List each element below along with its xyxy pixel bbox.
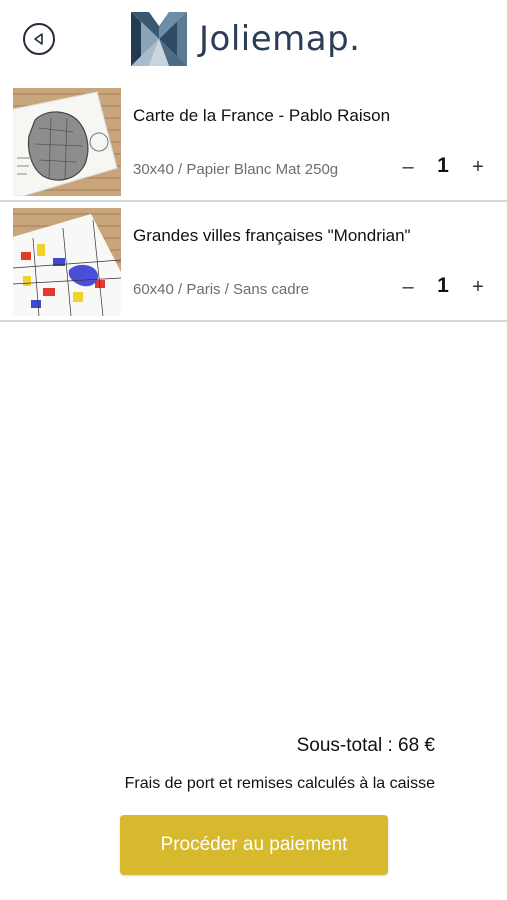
back-button[interactable] (23, 23, 55, 55)
decrease-quantity-button[interactable]: – (398, 152, 418, 182)
quantity-value: 1 (437, 274, 449, 297)
decrease-quantity-button[interactable]: – (398, 272, 418, 302)
product-thumbnail[interactable] (13, 88, 121, 196)
item-title[interactable]: Grandes villes françaises "Mondrian" (133, 226, 411, 246)
subtotal: Sous-total : 68 € (296, 735, 435, 756)
checkout-button[interactable]: Procéder au paiement (120, 815, 388, 875)
joliemap-logo-icon (131, 12, 187, 66)
item-options: 60x40 / Paris / Sans cadre (133, 281, 309, 298)
shipping-note: Frais de port et remises calculés à la c… (124, 775, 435, 792)
cart-item: Carte de la France - Pablo Raison 30x40 … (0, 82, 507, 202)
item-title[interactable]: Carte de la France - Pablo Raison (133, 106, 390, 126)
product-thumbnail[interactable] (13, 208, 121, 316)
increase-quantity-button[interactable]: + (467, 272, 489, 302)
item-options: 30x40 / Papier Blanc Mat 250g (133, 161, 339, 178)
cart-item: Grandes villes françaises "Mondrian" 60x… (0, 202, 507, 322)
back-arrow-circle-icon (34, 33, 43, 45)
brand-name: Joliemap. (199, 19, 361, 59)
quantity-value: 1 (437, 154, 449, 177)
app-header: Joliemap. (0, 0, 507, 82)
brand-logo: Joliemap. (131, 12, 360, 66)
increase-quantity-button[interactable]: + (467, 152, 489, 182)
